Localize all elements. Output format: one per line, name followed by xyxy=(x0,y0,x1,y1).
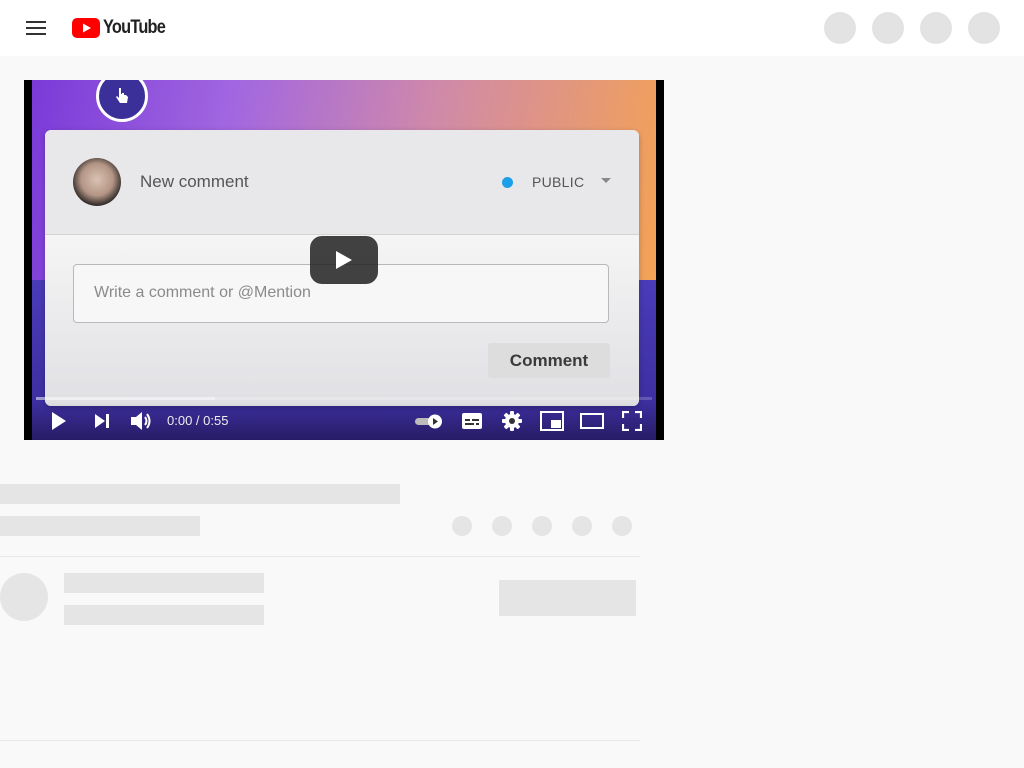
comment-placeholder: Write a comment or @Mention xyxy=(94,284,311,301)
action-skeleton-4 xyxy=(572,516,592,536)
autoplay-toggle[interactable] xyxy=(413,408,445,434)
play-icon xyxy=(336,251,352,269)
subtitles-button[interactable] xyxy=(459,408,485,434)
avatar xyxy=(73,158,121,206)
autoplay-toggle-icon xyxy=(415,414,442,429)
fullscreen-button[interactable] xyxy=(619,408,645,434)
fullscreen-icon xyxy=(622,411,642,431)
subtitles-icon xyxy=(462,413,482,429)
top-bar: YouTube xyxy=(0,0,1024,56)
action-skeleton-3 xyxy=(532,516,552,536)
youtube-play-logo-icon xyxy=(72,18,100,38)
visibility-label: PUBLIC xyxy=(532,174,585,190)
header-action-placeholder-1[interactable] xyxy=(824,12,856,44)
player-controls: 0:00 / 0:55 xyxy=(24,402,664,440)
channel-subs-skeleton xyxy=(64,605,264,625)
visibility-dot-icon xyxy=(502,177,513,188)
title-skeleton xyxy=(0,484,400,504)
volume-button[interactable] xyxy=(128,408,154,434)
large-play-button[interactable] xyxy=(310,236,378,284)
subscribe-button-skeleton xyxy=(499,580,636,616)
play-icon xyxy=(52,412,66,430)
comment-button: Comment xyxy=(488,343,610,378)
brand-name: YouTube xyxy=(103,17,166,38)
gear-icon xyxy=(502,411,522,431)
action-skeleton-2 xyxy=(492,516,512,536)
miniplayer-button[interactable] xyxy=(539,408,565,434)
play-button[interactable] xyxy=(46,408,72,434)
theater-mode-icon xyxy=(580,413,604,429)
card-title: New comment xyxy=(140,172,249,191)
hamburger-menu-icon[interactable] xyxy=(24,16,48,40)
channel-name-skeleton xyxy=(64,573,264,593)
channel-avatar-skeleton xyxy=(0,573,48,621)
account-avatar-placeholder[interactable] xyxy=(968,12,1000,44)
hand-pointer-icon xyxy=(116,88,128,103)
divider xyxy=(0,740,640,741)
theater-mode-button[interactable] xyxy=(579,408,605,434)
progress-bar[interactable] xyxy=(36,397,652,400)
progress-loaded xyxy=(36,397,215,400)
meta-skeleton xyxy=(0,516,200,536)
miniplayer-icon xyxy=(540,411,564,431)
time-display: 0:00 / 0:55 xyxy=(167,413,229,428)
header-action-placeholder-2[interactable] xyxy=(872,12,904,44)
header-action-placeholder-3[interactable] xyxy=(920,12,952,44)
divider xyxy=(0,556,640,557)
video-player[interactable]: New comment PUBLIC Write a comment or @M… xyxy=(24,80,664,440)
next-button[interactable] xyxy=(89,408,115,434)
settings-button[interactable] xyxy=(499,408,525,434)
volume-icon xyxy=(131,412,151,430)
action-skeleton-1 xyxy=(452,516,472,536)
next-icon xyxy=(95,414,109,428)
chevron-down-icon xyxy=(601,178,611,183)
action-skeleton-5 xyxy=(612,516,632,536)
youtube-logo[interactable]: YouTube xyxy=(72,17,175,39)
